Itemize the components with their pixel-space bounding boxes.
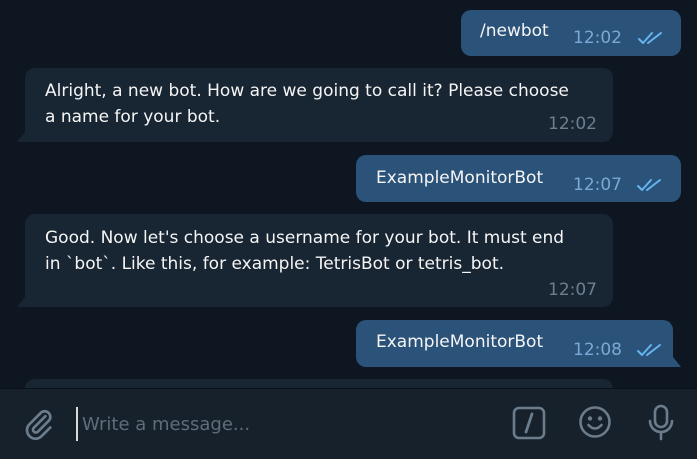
chat-scrollbar[interactable] [689, 0, 693, 388]
chat-history[interactable]: /newbot 12:02 Alright, a new bot. How ar… [0, 0, 697, 388]
message-bubble-outgoing[interactable]: ExampleMonitorBot 12:07 [356, 155, 681, 202]
message-time: 12:07 [548, 280, 597, 300]
message-bubble-incoming[interactable]: Good. Now let's choose a username for yo… [17, 214, 613, 307]
emoji-icon[interactable] [578, 405, 612, 439]
message-composer [0, 388, 697, 459]
message-bubble-outgoing[interactable]: ExampleMonitorBot 12:08 [356, 320, 681, 367]
message-text: ExampleMonitorBot [376, 332, 544, 352]
message-bubble-incoming-partial[interactable] [25, 379, 613, 388]
message-bubble-outgoing[interactable]: /newbot 12:02 [461, 10, 681, 56]
double-check-icon [637, 179, 661, 191]
message-text: ExampleMonitorBot [376, 168, 544, 188]
message-time: 12:02 [573, 28, 622, 48]
microphone-icon[interactable] [646, 404, 676, 442]
paperclip-icon[interactable] [22, 407, 56, 441]
message-text: Alright, a new bot. How are we going to … [45, 81, 569, 127]
message-time: 12:02 [548, 114, 597, 134]
double-check-icon [638, 32, 662, 44]
bot-commands-icon[interactable] [512, 406, 546, 440]
message-time: 12:08 [573, 340, 622, 360]
message-bubble-incoming[interactable]: Alright, a new bot. How are we going to … [17, 68, 613, 142]
message-time: 12:07 [573, 175, 622, 195]
message-text: /newbot [480, 21, 549, 41]
message-text: Good. Now let's choose a username for yo… [45, 228, 565, 274]
message-input[interactable] [76, 407, 504, 441]
double-check-icon [637, 344, 661, 356]
